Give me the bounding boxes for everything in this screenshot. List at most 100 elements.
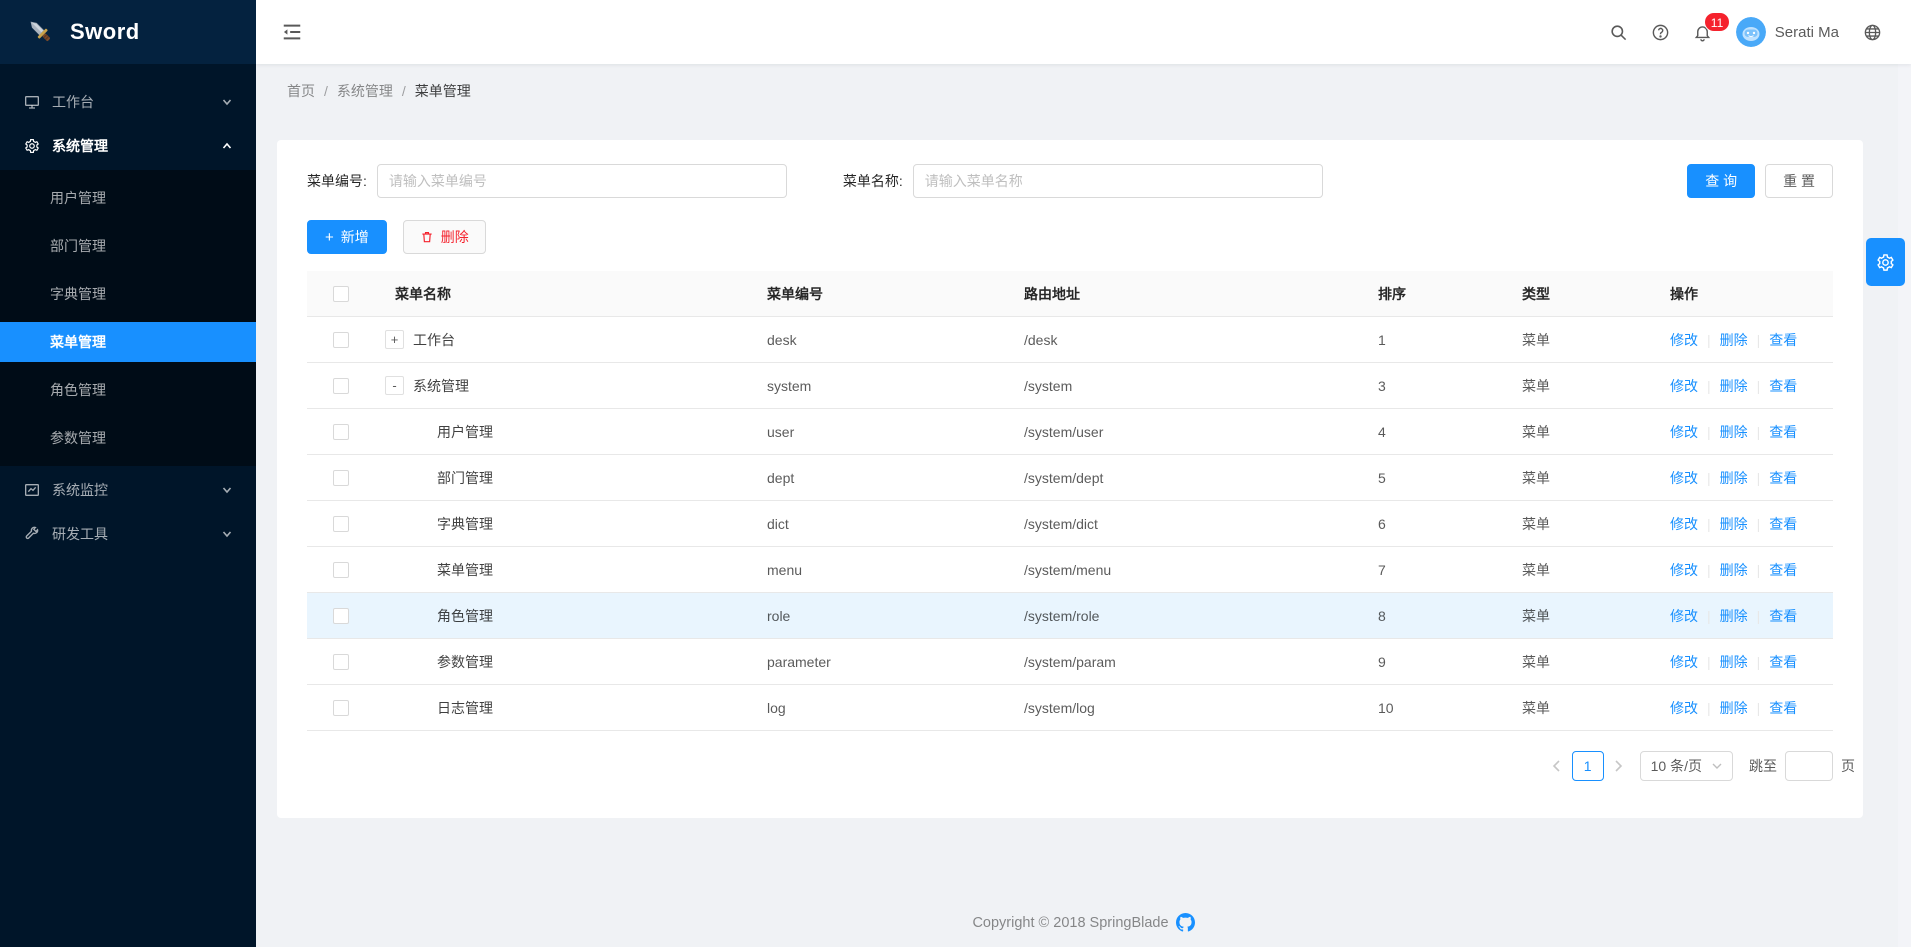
select-all-checkbox[interactable] bbox=[333, 286, 349, 302]
row-action-view[interactable]: 查看 bbox=[1769, 514, 1797, 534]
row-checkbox[interactable] bbox=[333, 378, 349, 394]
menu-route-cell: /desk bbox=[1020, 332, 1375, 348]
row-action-delete[interactable]: 删除 bbox=[1720, 330, 1748, 350]
user-menu[interactable]: Serati Ma bbox=[1724, 17, 1851, 47]
row-action-view[interactable]: 查看 bbox=[1769, 560, 1797, 580]
row-checkbox[interactable] bbox=[333, 608, 349, 624]
next-page-button[interactable] bbox=[1606, 751, 1632, 781]
help-button[interactable] bbox=[1640, 0, 1682, 64]
row-checkbox[interactable] bbox=[333, 700, 349, 716]
sidebar-subitem-label: 参数管理 bbox=[50, 428, 106, 448]
row-action-edit[interactable]: 修改 bbox=[1670, 376, 1698, 396]
sidebar-item-devtools[interactable]: 研发工具 bbox=[0, 514, 256, 554]
add-button[interactable]: + 新增 bbox=[307, 220, 387, 254]
action-separator: | bbox=[1757, 424, 1761, 440]
row-action-view[interactable]: 查看 bbox=[1769, 698, 1797, 718]
action-separator: | bbox=[1757, 516, 1761, 532]
chevron-down-icon bbox=[1712, 762, 1722, 770]
row-action-delete[interactable]: 删除 bbox=[1720, 606, 1748, 626]
row-action-view[interactable]: 查看 bbox=[1769, 330, 1797, 350]
prev-page-button[interactable] bbox=[1544, 751, 1570, 781]
row-checkbox[interactable] bbox=[333, 424, 349, 440]
menu-type-cell: 菜单 bbox=[1520, 652, 1665, 672]
row-actions: 修改|删除|查看 bbox=[1665, 376, 1832, 396]
sidebar-item-monitor[interactable]: 系统监控 bbox=[0, 470, 256, 510]
copyright-text: Copyright © 2018 SpringBlade bbox=[972, 915, 1168, 931]
menu-route-cell: /system/role bbox=[1020, 608, 1375, 624]
sidebar-item-workbench[interactable]: 工作台 bbox=[0, 82, 256, 122]
column-header-name: 菜单名称 bbox=[367, 284, 763, 304]
jump-page-input[interactable] bbox=[1785, 751, 1833, 781]
row-action-delete[interactable]: 删除 bbox=[1720, 652, 1748, 672]
expand-toggle[interactable]: - bbox=[385, 376, 404, 395]
menu-code-input[interactable] bbox=[377, 164, 787, 198]
row-action-delete[interactable]: 删除 bbox=[1720, 422, 1748, 442]
language-button[interactable] bbox=[1851, 0, 1893, 64]
sidebar-item-system[interactable]: 系统管理 bbox=[0, 126, 256, 166]
github-icon[interactable] bbox=[1176, 913, 1195, 932]
row-action-view[interactable]: 查看 bbox=[1769, 422, 1797, 442]
row-action-edit[interactable]: 修改 bbox=[1670, 652, 1698, 672]
sidebar-subitem[interactable]: 菜单管理 bbox=[0, 322, 256, 362]
action-separator: | bbox=[1757, 608, 1761, 624]
pagination: 1 10 条/页 跳至 页 bbox=[307, 751, 1855, 781]
sidebar-subitem[interactable]: 参数管理 bbox=[0, 418, 256, 458]
column-header-type: 类型 bbox=[1520, 284, 1665, 304]
wrench-icon bbox=[24, 526, 40, 542]
desktop-icon bbox=[24, 94, 40, 110]
sword-icon bbox=[26, 17, 56, 47]
menu-fold-icon[interactable] bbox=[281, 21, 303, 43]
theme-settings-button[interactable] bbox=[1866, 238, 1905, 286]
action-separator: | bbox=[1757, 654, 1761, 670]
row-action-view[interactable]: 查看 bbox=[1769, 376, 1797, 396]
breadcrumb-item[interactable]: 首页 bbox=[287, 81, 315, 101]
sidebar-subitem[interactable]: 字典管理 bbox=[0, 274, 256, 314]
gear-icon bbox=[24, 138, 40, 154]
reset-button[interactable]: 重 置 bbox=[1765, 164, 1833, 198]
row-action-edit[interactable]: 修改 bbox=[1670, 514, 1698, 534]
row-action-edit[interactable]: 修改 bbox=[1670, 606, 1698, 626]
sidebar-subitem[interactable]: 部门管理 bbox=[0, 226, 256, 266]
delete-button[interactable]: 删除 bbox=[403, 220, 486, 254]
action-separator: | bbox=[1757, 332, 1761, 348]
jump-label: 跳至 bbox=[1749, 756, 1777, 776]
row-action-edit[interactable]: 修改 bbox=[1670, 422, 1698, 442]
row-action-edit[interactable]: 修改 bbox=[1670, 560, 1698, 580]
row-action-edit[interactable]: 修改 bbox=[1670, 698, 1698, 718]
scrollbar-track[interactable] bbox=[1898, 64, 1911, 947]
row-action-view[interactable]: 查看 bbox=[1769, 468, 1797, 488]
chevron-left-icon bbox=[1552, 760, 1561, 772]
notification-badge: 11 bbox=[1704, 12, 1730, 32]
row-actions: 修改|删除|查看 bbox=[1665, 514, 1832, 534]
row-checkbox[interactable] bbox=[333, 562, 349, 578]
page-size-select[interactable]: 10 条/页 bbox=[1640, 751, 1733, 781]
notifications-button[interactable]: 11 bbox=[1682, 0, 1724, 64]
menu-name-input[interactable] bbox=[913, 164, 1323, 198]
row-actions: 修改|删除|查看 bbox=[1665, 606, 1832, 626]
row-action-delete[interactable]: 删除 bbox=[1720, 376, 1748, 396]
row-checkbox[interactable] bbox=[333, 470, 349, 486]
row-action-view[interactable]: 查看 bbox=[1769, 652, 1797, 672]
row-action-delete[interactable]: 删除 bbox=[1720, 560, 1748, 580]
search-button[interactable] bbox=[1598, 0, 1640, 64]
breadcrumb-item[interactable]: 系统管理 bbox=[337, 81, 393, 101]
row-action-delete[interactable]: 删除 bbox=[1720, 698, 1748, 718]
row-action-delete[interactable]: 删除 bbox=[1720, 514, 1748, 534]
row-action-edit[interactable]: 修改 bbox=[1670, 468, 1698, 488]
row-action-edit[interactable]: 修改 bbox=[1670, 330, 1698, 350]
page-number-button[interactable]: 1 bbox=[1572, 751, 1604, 781]
row-checkbox[interactable] bbox=[333, 332, 349, 348]
sidebar-subitem[interactable]: 角色管理 bbox=[0, 370, 256, 410]
expand-toggle[interactable]: + bbox=[385, 330, 404, 349]
menu-route-cell: /system/param bbox=[1020, 654, 1375, 670]
row-checkbox[interactable] bbox=[333, 654, 349, 670]
row-action-view[interactable]: 查看 bbox=[1769, 606, 1797, 626]
column-header-sort: 排序 bbox=[1375, 284, 1520, 304]
menu-name-cell: 字典管理 bbox=[437, 514, 493, 534]
sidebar-subitem[interactable]: 用户管理 bbox=[0, 178, 256, 218]
table-header: 菜单名称 菜单编号 路由地址 排序 类型 操作 bbox=[307, 271, 1833, 317]
search-submit-button[interactable]: 查 询 bbox=[1687, 164, 1755, 198]
row-action-delete[interactable]: 删除 bbox=[1720, 468, 1748, 488]
menu-name-label: 菜单名称: bbox=[843, 171, 903, 191]
row-checkbox[interactable] bbox=[333, 516, 349, 532]
